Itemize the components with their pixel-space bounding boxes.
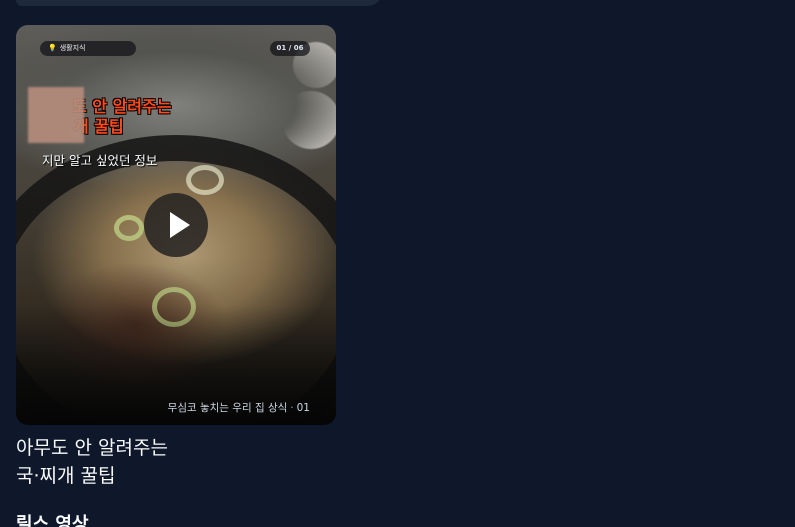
play-icon [170, 212, 190, 238]
page-counter: 01 / 06 [270, 41, 310, 56]
footer-caption-separator: · [290, 402, 294, 414]
blurred-overlay [28, 87, 84, 143]
footer-caption-number: 01 [296, 402, 310, 414]
video-card[interactable]: 💡 생활지식 01 / 06 도 안 알려주는 개 꿀팁 지만 알고 싶었던 정보… [16, 25, 336, 425]
video-title[interactable]: 아무도 안 알려주는 국·찌개 꿀팁 [16, 434, 336, 490]
video-title-line1: 아무도 안 알려주는 [16, 437, 168, 459]
section-heading: 릴스 영상 [16, 514, 89, 527]
category-chip: 💡 생활지식 [40, 41, 136, 56]
category-chip-label: 생활지식 [59, 44, 86, 52]
thumbnail-headline: 도 안 알려주는 개 꿀팁 [72, 97, 171, 137]
thumbnail-headline-line1: 도 안 알려주는 [72, 97, 172, 116]
footer-caption-text: 무심코 놓치는 우리 집 상식 [167, 402, 288, 414]
thumbnail-headline-line2: 개 꿀팁 [74, 117, 124, 136]
lightbulb-icon: 💡 [48, 44, 57, 52]
video-title-line2: 국·찌개 꿀팁 [16, 465, 116, 487]
top-search-bar[interactable] [16, 0, 382, 6]
play-button[interactable] [144, 193, 208, 257]
thumbnail-subline: 지만 알고 싶었던 정보 [42, 153, 158, 168]
page: 💡 생활지식 01 / 06 도 안 알려주는 개 꿀팁 지만 알고 싶었던 정보… [0, 0, 795, 527]
thumbnail-footer-caption: 무심코 놓치는 우리 집 상식 · 01 [168, 400, 310, 415]
